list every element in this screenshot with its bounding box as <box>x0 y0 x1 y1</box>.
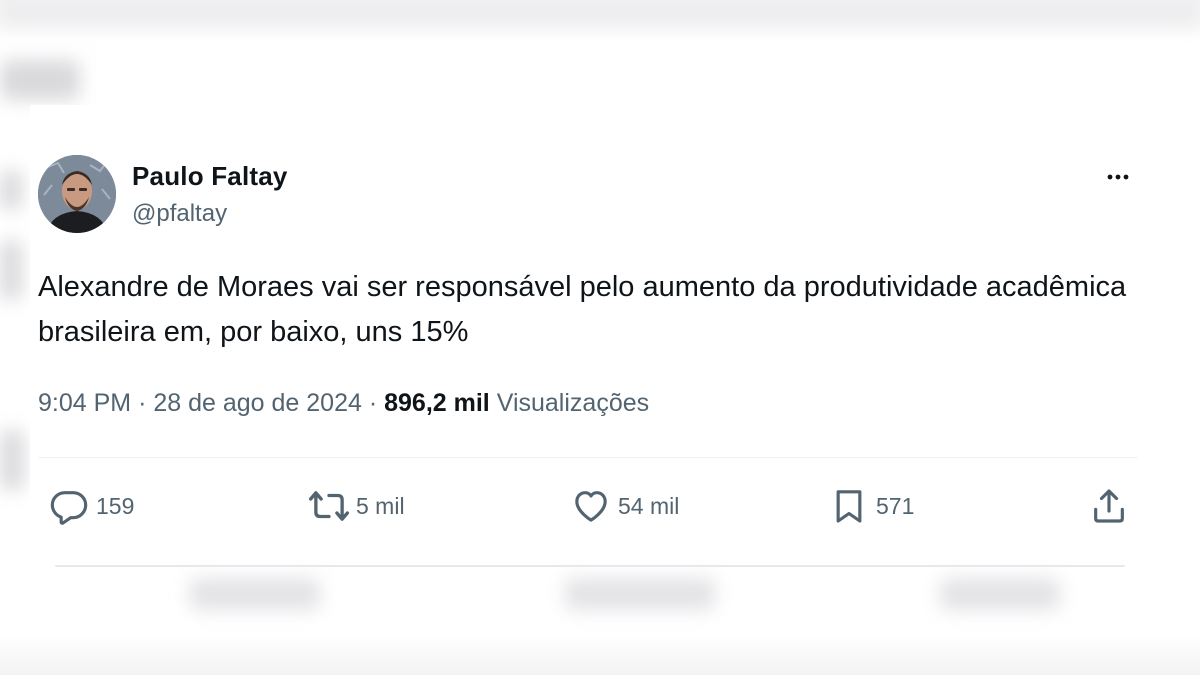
bottom-divider <box>55 565 1125 567</box>
blurred-background <box>190 578 320 610</box>
author-name[interactable]: Paulo Faltay <box>132 161 288 192</box>
tweet-time[interactable]: 9:04 PM <box>38 389 131 417</box>
retweet-count: 5 mil <box>356 492 405 519</box>
views-label[interactable]: Visualizações <box>497 389 649 417</box>
meta-separator: · <box>138 389 147 417</box>
like-button[interactable]: 54 mil <box>568 483 679 529</box>
tweet-text: Alexandre de Moraes vai ser responsável … <box>38 271 1127 348</box>
bookmark-button[interactable]: 571 <box>826 483 914 529</box>
blurred-background <box>565 578 715 610</box>
screenshot-stage: Paulo Faltay @pfaltay Alexandre de Morae… <box>0 0 1200 675</box>
blurred-background <box>0 60 80 100</box>
meta-separator: · <box>368 389 378 417</box>
blurred-background <box>0 240 22 300</box>
blurred-background <box>940 578 1060 610</box>
tweet-actions-bar: 159 5 mil 54 mil 571 <box>38 483 1138 529</box>
divider <box>38 457 1138 458</box>
reply-count: 159 <box>96 492 135 519</box>
more-options-button[interactable] <box>1098 157 1138 197</box>
avatar-photo <box>38 155 116 233</box>
blurred-background <box>0 0 1200 26</box>
like-count: 54 mil <box>618 492 680 519</box>
bookmark-count: 571 <box>876 492 915 519</box>
tweet-card: Paulo Faltay @pfaltay Alexandre de Morae… <box>30 105 1150 545</box>
retweet-arrows-icon <box>306 483 352 529</box>
blurred-background <box>0 170 22 210</box>
reply-button[interactable]: 159 <box>46 483 134 529</box>
retweet-button[interactable]: 5 mil <box>306 483 405 529</box>
author-handle[interactable]: @pfaltay <box>132 200 227 228</box>
share-button[interactable] <box>1086 483 1132 529</box>
tweet-date[interactable]: 28 de ago de 2024 <box>153 389 362 417</box>
bookmark-icon <box>826 483 872 529</box>
views-count[interactable]: 896,2 mil <box>384 389 490 417</box>
more-horizontal-icon <box>1107 174 1129 180</box>
tweet-meta: 9:04 PM · 28 de ago de 2024 · 896,2 mil … <box>38 389 649 418</box>
comment-bubble-icon <box>46 483 92 529</box>
share-upload-icon <box>1086 483 1132 529</box>
tweet-header: Paulo Faltay @pfaltay <box>38 155 1138 235</box>
blurred-background <box>0 430 24 490</box>
avatar[interactable] <box>38 155 116 233</box>
heart-icon <box>568 483 614 529</box>
